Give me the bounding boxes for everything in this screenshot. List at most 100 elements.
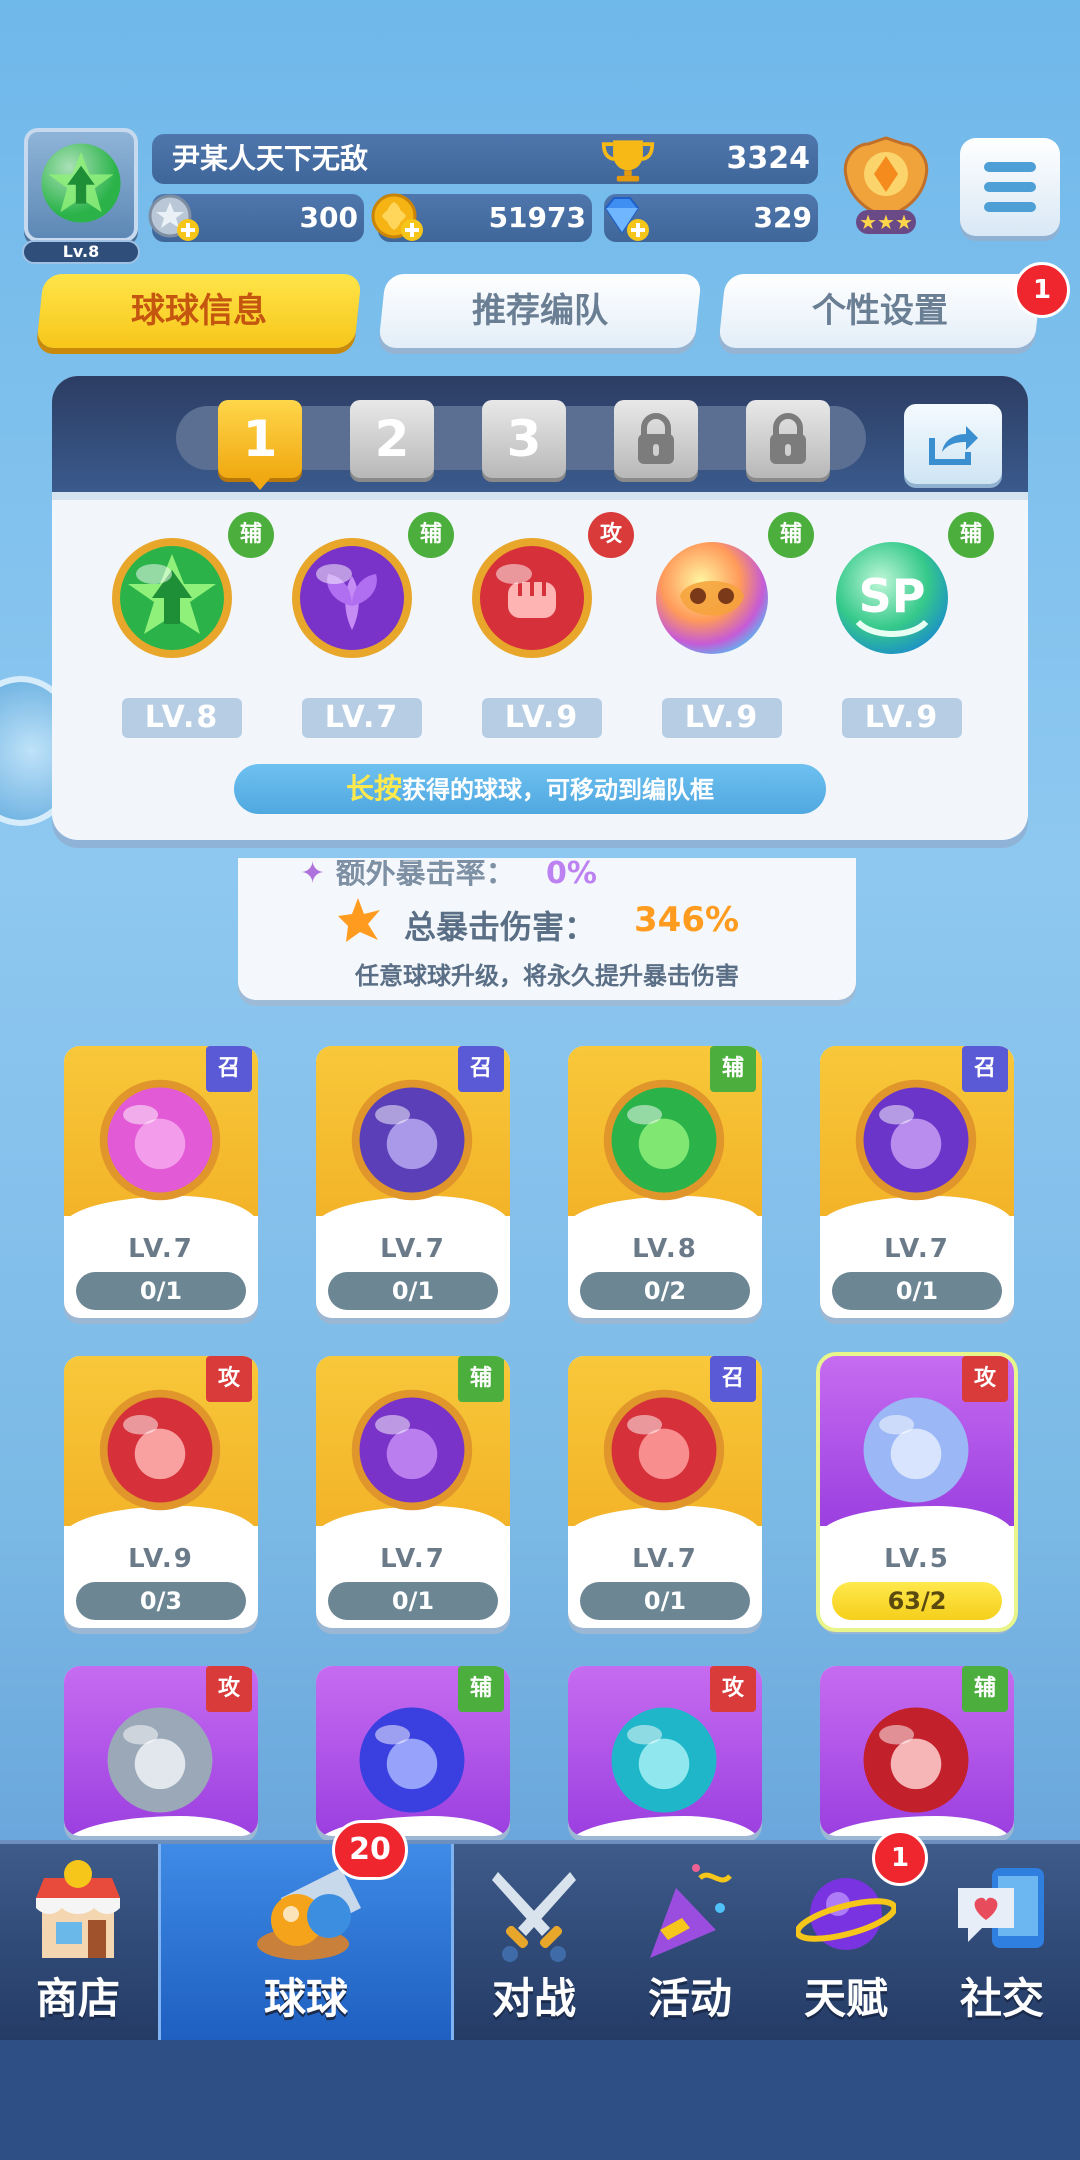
support-tag: 辅 bbox=[458, 1666, 504, 1712]
ball-card[interactable]: 辅 bbox=[820, 1666, 1014, 1836]
support-tag: 辅 bbox=[948, 512, 994, 558]
nav-battle-label: 对战 bbox=[491, 1974, 576, 2023]
summon-tag: 召 bbox=[458, 1046, 504, 1092]
bottom-safe-area bbox=[0, 2040, 1080, 2160]
ball-card[interactable]: 攻 LV.9 0/3 bbox=[64, 1356, 258, 1628]
swords-icon bbox=[492, 1872, 576, 1962]
support-tag: 辅 bbox=[228, 512, 274, 558]
card-level: LV.8 bbox=[632, 1234, 698, 1264]
mushroom-ball-icon bbox=[99, 1079, 221, 1201]
player-avatar[interactable] bbox=[24, 128, 138, 242]
tab-personal-settings[interactable]: 个性设置 bbox=[718, 274, 1042, 348]
nav-balls-label: 球球 bbox=[263, 1974, 348, 2023]
team-slot-5-locked[interactable] bbox=[746, 400, 830, 478]
green-star-ball-icon bbox=[41, 143, 121, 223]
extra-crit-rate-label: 额外暴击率： bbox=[335, 856, 516, 891]
extra-crit-rate-value: 0% bbox=[546, 856, 597, 891]
ball-card[interactable]: 召 LV.7 0/1 bbox=[64, 1046, 258, 1318]
ball-card[interactable]: 攻 LV.5 63/2 bbox=[820, 1356, 1014, 1628]
crit-damage-icon bbox=[338, 898, 380, 942]
rainbow-mask-ball-icon[interactable] bbox=[642, 526, 782, 666]
silver-coin-add-icon[interactable] bbox=[146, 190, 200, 244]
team-slot-1[interactable]: 1 bbox=[218, 400, 302, 478]
team-ball-level: LV.9 bbox=[662, 698, 782, 738]
attack-tag: 攻 bbox=[206, 1666, 252, 1712]
ball-card[interactable]: 攻 bbox=[568, 1666, 762, 1836]
nav-events-label: 活动 bbox=[647, 1974, 732, 2023]
purple-leaf-ball-icon[interactable] bbox=[282, 526, 422, 666]
nav-events[interactable]: 活动 bbox=[612, 1844, 768, 2040]
nav-shop-label: 商店 bbox=[35, 1974, 120, 2023]
card-upgrade-progress: 0/3 bbox=[76, 1582, 246, 1620]
green-star-ball-icon[interactable] bbox=[102, 526, 242, 666]
share-icon bbox=[929, 426, 978, 465]
gold-coin-add-icon[interactable] bbox=[370, 190, 424, 244]
ball-card[interactable]: 召 LV.7 0/1 bbox=[568, 1356, 762, 1628]
team-panel: 1 2 3 辅 LV.8 辅 LV.7 攻 LV.9 辅 LV.9 SP 辅 L… bbox=[52, 376, 1028, 840]
card-upgrade-progress: 0/2 bbox=[580, 1272, 750, 1310]
nav-balls[interactable]: 球球 bbox=[158, 1844, 454, 2040]
ball-card[interactable]: 召 LV.7 0/1 bbox=[316, 1046, 510, 1318]
team-slot-4-locked[interactable] bbox=[614, 400, 698, 478]
support-tag: 辅 bbox=[458, 1356, 504, 1402]
team-slot-2[interactable]: 2 bbox=[350, 400, 434, 478]
ball-card[interactable]: 辅 LV.8 0/2 bbox=[568, 1046, 762, 1318]
card-level: LV.9 bbox=[128, 1544, 194, 1574]
card-level: LV.7 bbox=[884, 1234, 950, 1264]
card-upgrade-progress: 0/1 bbox=[580, 1582, 750, 1620]
gem-add-icon[interactable] bbox=[596, 190, 650, 244]
fang-ball-icon bbox=[863, 1707, 969, 1813]
party-icon bbox=[650, 1864, 732, 1958]
attack-tag: 攻 bbox=[588, 512, 634, 558]
nav-social-label: 社交 bbox=[959, 1974, 1044, 2023]
total-crit-damage-value: 346% bbox=[634, 900, 740, 940]
gold-count: 51973 bbox=[488, 201, 586, 234]
player-name: 尹某人天下无敌 bbox=[172, 142, 369, 175]
team-ball-level: LV.9 bbox=[482, 698, 602, 738]
sp-ball-icon[interactable]: SP bbox=[822, 526, 962, 666]
fan-ball-icon bbox=[107, 1707, 213, 1813]
tab-ball-info[interactable]: 球球信息 bbox=[36, 274, 362, 348]
card-upgrade-progress: 63/2 bbox=[832, 1582, 1002, 1620]
player-level: Lv.8 bbox=[22, 240, 140, 264]
ball-card[interactable]: 召 LV.7 0/1 bbox=[820, 1046, 1014, 1318]
summon-tag: 召 bbox=[206, 1046, 252, 1092]
trophy-count: 3324 bbox=[726, 141, 811, 176]
attack-tag: 攻 bbox=[710, 1666, 756, 1712]
team-ball-level: LV.8 bbox=[122, 698, 242, 738]
menu-line-icon bbox=[984, 202, 1036, 212]
team-ball-level: LV.7 bbox=[302, 698, 422, 738]
support-tag: 辅 bbox=[710, 1046, 756, 1092]
ball-card[interactable]: 辅 LV.7 0/1 bbox=[316, 1356, 510, 1628]
team-slot-3[interactable]: 3 bbox=[482, 400, 566, 478]
card-level: LV.7 bbox=[380, 1544, 446, 1574]
card-upgrade-progress: 0/1 bbox=[328, 1582, 498, 1620]
talent-notification-badge: 1 bbox=[872, 1830, 928, 1886]
vortex-ball-icon bbox=[611, 1707, 717, 1813]
rank-badge-icon[interactable]: ★★★ bbox=[838, 136, 934, 240]
red-fist-ball-icon[interactable] bbox=[462, 526, 602, 666]
balls-notification-badge: 20 bbox=[332, 1820, 408, 1880]
crit-upgrade-note: 任意球球升级，将永久提升暴击伤害 bbox=[355, 962, 739, 990]
hint-highlight: 长按 bbox=[345, 772, 402, 805]
support-tag: 辅 bbox=[962, 1666, 1008, 1712]
tab-recommended-team[interactable]: 推荐编队 bbox=[378, 274, 702, 348]
card-upgrade-progress: 0/1 bbox=[832, 1272, 1002, 1310]
menu-line-icon bbox=[984, 182, 1036, 192]
card-level: LV.7 bbox=[380, 1234, 446, 1264]
nav-shop[interactable]: 商店 bbox=[0, 1844, 156, 2040]
trophy-icon bbox=[601, 140, 655, 182]
ball-card[interactable]: 辅 bbox=[316, 1666, 510, 1836]
svg-text:SP: SP bbox=[859, 569, 926, 623]
bubble-ball-icon bbox=[863, 1397, 969, 1503]
card-level: LV.7 bbox=[632, 1544, 698, 1574]
menu-button[interactable] bbox=[960, 138, 1060, 236]
ball-card[interactable]: 攻 bbox=[64, 1666, 258, 1836]
nav-battle[interactable]: 对战 bbox=[456, 1844, 612, 2040]
silver-count: 300 bbox=[299, 201, 358, 234]
card-level: LV.7 bbox=[128, 1234, 194, 1264]
card-upgrade-progress: 0/1 bbox=[328, 1272, 498, 1310]
nav-social[interactable]: 社交 bbox=[924, 1844, 1080, 2040]
card-level: LV.5 bbox=[884, 1544, 950, 1574]
share-team-button[interactable] bbox=[904, 404, 1002, 484]
